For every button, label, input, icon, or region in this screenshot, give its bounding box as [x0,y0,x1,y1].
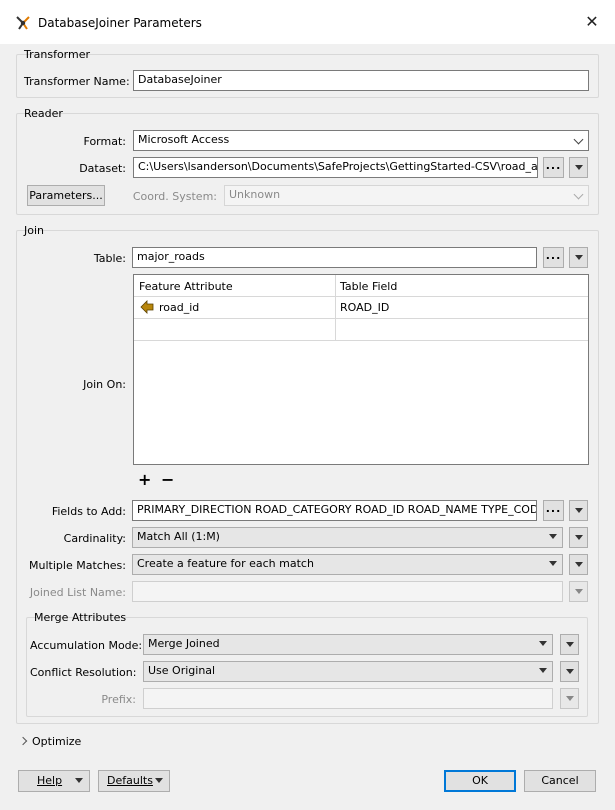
caret-down-icon [566,669,574,674]
prefix-input [143,688,553,709]
fields-browse-button[interactable]: ... [543,500,564,521]
transformer-group-title: Transformer [24,48,91,61]
table-row-feature-attribute[interactable]: road_id [159,301,199,314]
coord-system-select: Unknown [224,185,589,206]
parameters-button[interactable]: Parameters... [27,185,105,206]
conflict-resolution-select[interactable]: Use Original [143,661,553,682]
optimize-label: Optimize [32,735,82,748]
accumulation-mode-label: Accumulation Mode: [30,639,143,652]
fields-menu-button[interactable] [569,500,588,521]
merge-attributes-group-title: Merge Attributes [34,611,127,624]
ok-button[interactable]: OK [444,770,516,792]
multiple-matches-menu-button[interactable] [569,554,588,575]
chevron-right-icon [18,736,28,746]
fields-to-add-input[interactable]: PRIMARY_DIRECTION ROAD_CATEGORY ROAD_ID … [132,500,537,521]
table-row-table-field[interactable]: ROAD_ID [340,301,389,314]
chevron-down-icon [573,134,584,145]
table-browse-button[interactable]: ... [543,247,564,268]
remove-row-button[interactable]: − [161,472,174,488]
join-on-label: Join On: [83,378,126,391]
optimize-section[interactable]: Optimize [18,734,138,750]
conflict-menu-button[interactable] [560,661,579,682]
joined-list-name-input [132,581,563,602]
join-group-title: Join [24,224,45,237]
coord-system-label: Coord. System: [132,190,217,203]
help-label: Help [37,774,63,787]
dataset-label: Dataset: [79,162,126,175]
caret-down-icon [575,508,583,513]
accumulation-menu-button[interactable] [560,634,579,655]
caret-down-icon [549,561,557,566]
cardinality-label: Cardinality: [63,532,126,545]
caret-down-icon [575,165,583,170]
cardinality-value: Match All (1:M) [137,530,220,543]
table-label: Table: [93,252,126,265]
caret-down-icon [575,562,583,567]
close-icon[interactable]: ✕ [582,12,602,32]
caret-down-icon [575,589,583,594]
multiple-matches-label: Multiple Matches: [29,559,126,572]
caret-down-icon [539,641,547,646]
table-input[interactable]: major_roads [132,247,537,268]
caret-down-icon [575,255,583,260]
chevron-down-icon [573,189,584,200]
reader-group-title: Reader [24,107,63,120]
multiple-matches-value: Create a feature for each match [137,557,314,570]
format-label: Format: [83,135,126,148]
fields-to-add-label: Fields to Add: [51,505,126,518]
multiple-matches-select[interactable]: Create a feature for each match [132,554,563,575]
table-divider [134,318,588,319]
cardinality-menu-button[interactable] [569,527,588,548]
transformer-name-label: Transformer Name: [24,75,130,88]
conflict-resolution-value: Use Original [148,664,216,677]
column-header-table-field[interactable]: Table Field [340,280,397,293]
accumulation-mode-select[interactable]: Merge Joined [143,634,553,655]
caret-down-icon [549,534,557,539]
dataset-browse-button[interactable]: ... [543,157,564,178]
transformer-name-input[interactable]: DatabaseJoiner [133,70,589,91]
prefix-menu-button [560,688,579,709]
caret-down-icon [575,535,583,540]
caret-down-icon [155,778,163,783]
dataset-input[interactable]: C:\Users\lsanderson\Documents\SafeProjec… [133,157,538,178]
caret-down-icon [566,642,574,647]
table-divider [335,275,336,341]
add-row-button[interactable]: + [138,472,151,488]
format-select[interactable]: Microsoft Access [133,130,589,151]
cancel-button[interactable]: Cancel [524,770,596,792]
dataset-menu-button[interactable] [569,157,588,178]
caret-down-icon [539,668,547,673]
cardinality-select[interactable]: Match All (1:M) [132,527,563,548]
column-header-feature-attribute[interactable]: Feature Attribute [139,280,233,293]
caret-down-icon [566,696,574,701]
table-divider [134,340,588,341]
attribute-arrow-icon [140,300,154,314]
coord-system-value: Unknown [229,188,281,201]
window-title: DatabaseJoiner Parameters [38,16,202,30]
conflict-resolution-label: Conflict Resolution: [30,666,137,679]
joined-list-menu-button [569,581,588,602]
help-button[interactable]: Help [18,770,90,792]
accumulation-mode-value: Merge Joined [148,637,220,650]
format-value: Microsoft Access [138,133,230,146]
defaults-button[interactable]: Defaults [98,770,170,792]
table-menu-button[interactable] [569,247,588,268]
prefix-label: Prefix: [101,693,136,706]
transformer-icon [16,16,30,30]
joined-list-name-label: Joined List Name: [29,586,126,599]
caret-down-icon [75,778,83,783]
defaults-label: Defaults [107,774,153,787]
table-divider [134,296,588,297]
